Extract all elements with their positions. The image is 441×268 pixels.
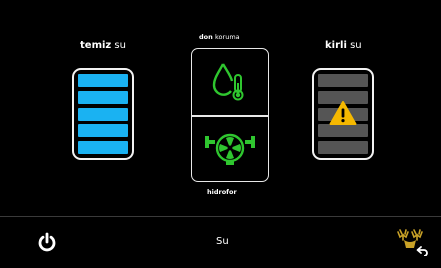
power-icon[interactable] [37, 232, 57, 252]
clean-water-title-bold: temiz [80, 40, 112, 51]
tank-level-segment [318, 74, 368, 87]
tank-level-segment [78, 90, 128, 104]
water-drop-thermometer-icon [212, 63, 244, 101]
bottom-bar-divider [0, 216, 441, 217]
pump-button[interactable] [192, 117, 268, 180]
clean-water-title: temiz su [80, 40, 126, 51]
tank-level-segment [318, 141, 368, 154]
warning-triangle-icon [329, 101, 357, 125]
page-title: Su [216, 236, 229, 247]
tank-level-segment [78, 124, 128, 138]
frost-protection-title: don koruma [199, 33, 240, 41]
deer-back-icon[interactable] [394, 228, 430, 256]
dirty-water-title-bold: kirli [325, 40, 347, 51]
tank-level-segment [78, 74, 128, 87]
frost-protection-title-bold: don [199, 33, 213, 41]
frost-protection-button[interactable] [192, 49, 268, 115]
clean-water-title-light: su [114, 40, 126, 51]
clean-water-tank[interactable] [72, 68, 134, 160]
tank-level-segment [78, 107, 128, 121]
center-panel [191, 48, 269, 182]
pump-fan-icon [205, 133, 255, 165]
pump-label: hidrofor [207, 188, 237, 196]
tank-level-segment [78, 141, 128, 154]
dirty-water-title-light: su [350, 40, 362, 51]
frost-protection-title-light: koruma [215, 33, 240, 41]
dirty-water-title: kirli su [325, 40, 362, 51]
tank-level-segment [318, 124, 368, 138]
